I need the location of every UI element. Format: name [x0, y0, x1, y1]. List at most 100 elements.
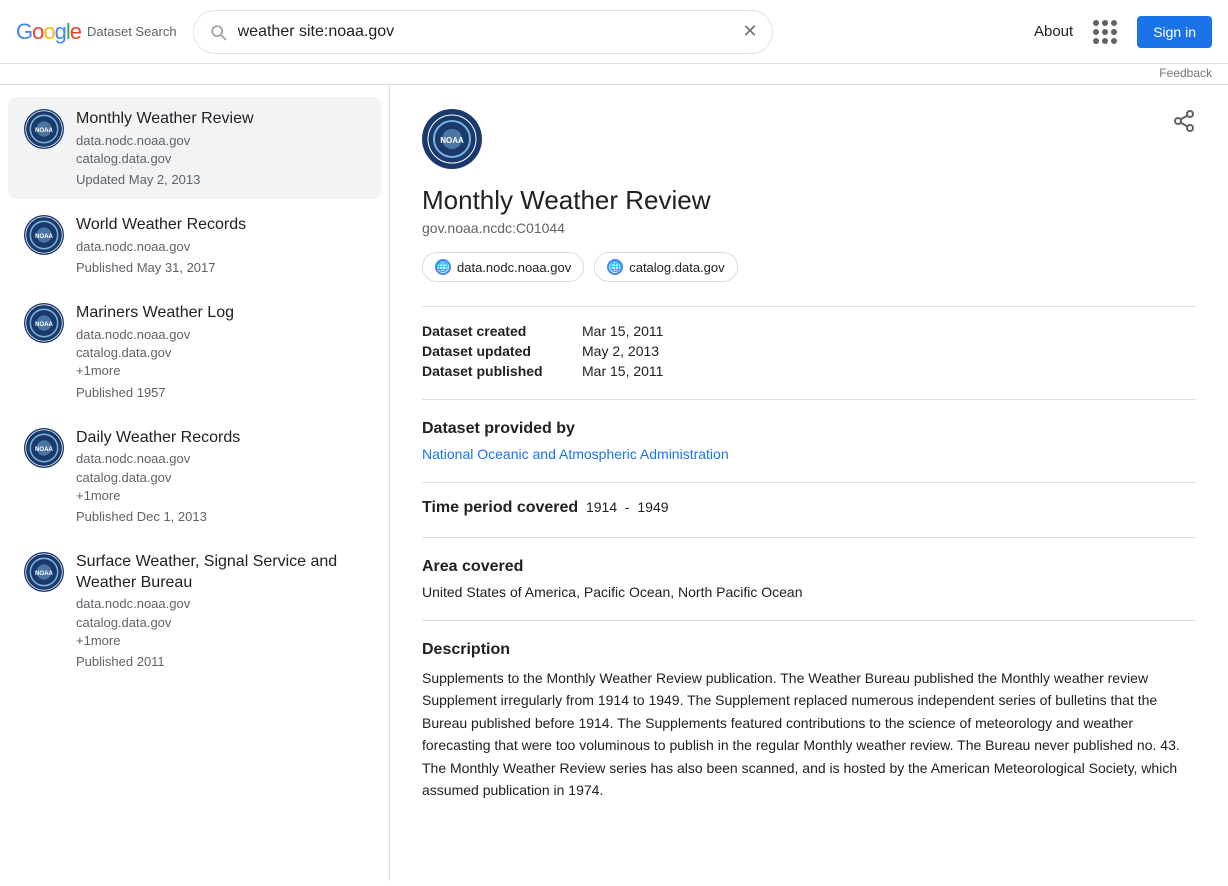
- noaa-logo-detail: NOAA: [427, 114, 477, 164]
- result-title: Surface Weather, Signal Service and Weat…: [76, 552, 365, 594]
- noaa-logo-small: NOAA: [25, 429, 63, 467]
- provider-link[interactable]: National Oceanic and Atmospheric Adminis…: [422, 446, 729, 462]
- svg-text:NOAA: NOAA: [35, 446, 54, 453]
- globe-icon: 🌐: [435, 259, 451, 275]
- result-info: Daily Weather Recordsdata.nodc.noaa.govc…: [76, 428, 365, 524]
- apps-icon[interactable]: [1089, 16, 1121, 48]
- result-item[interactable]: NOAA Mariners Weather Logdata.nodc.noaa.…: [8, 291, 381, 411]
- search-icon: [208, 22, 228, 42]
- divider-4: [422, 537, 1196, 538]
- result-item[interactable]: NOAA Surface Weather, Signal Service and…: [8, 540, 381, 681]
- provider-section: Dataset provided by National Oceanic and…: [422, 420, 1196, 462]
- noaa-logo-small: NOAA: [25, 216, 63, 254]
- dataset-updated-row: Dataset updated May 2, 2013: [422, 343, 1196, 359]
- sign-in-button[interactable]: Sign in: [1137, 16, 1212, 48]
- result-sources: data.nodc.noaa.govcatalog.data.gov+1more: [76, 595, 365, 650]
- dataset-created-value: Mar 15, 2011: [582, 323, 663, 339]
- apps-dot: [1111, 29, 1117, 35]
- result-source-item: catalog.data.gov: [76, 614, 365, 632]
- result-item[interactable]: NOAA Monthly Weather Reviewdata.nodc.noa…: [8, 97, 381, 199]
- divider-5: [422, 620, 1196, 621]
- header-right: About Sign in: [1034, 16, 1212, 48]
- search-input[interactable]: [238, 23, 733, 41]
- apps-dot: [1111, 20, 1117, 26]
- time-period-start: 1914: [586, 499, 617, 515]
- area-covered-label: Area covered: [422, 558, 1196, 576]
- noaa-logo-small: NOAA: [25, 304, 63, 342]
- result-sources: data.nodc.noaa.gov: [76, 238, 365, 256]
- result-item[interactable]: NOAA World Weather Records data.nodc.noaa…: [8, 203, 381, 287]
- result-date: Published 1957: [76, 385, 365, 400]
- search-bar: ✕: [193, 10, 773, 54]
- svg-text:NOAA: NOAA: [35, 321, 54, 328]
- result-source-item: data.nodc.noaa.gov: [76, 132, 365, 150]
- result-extra-sources: +1more: [76, 487, 365, 505]
- dataset-updated-value: May 2, 2013: [582, 343, 659, 359]
- about-link[interactable]: About: [1034, 23, 1073, 40]
- noaa-logo-small: NOAA: [25, 553, 63, 591]
- result-source-item: data.nodc.noaa.gov: [76, 326, 365, 344]
- time-period-end: 1949: [637, 499, 668, 515]
- result-sources: data.nodc.noaa.govcatalog.data.gov+1more: [76, 326, 365, 381]
- dataset-published-row: Dataset published Mar 15, 2011: [422, 363, 1196, 379]
- divider-1: [422, 306, 1196, 307]
- source-chips: 🌐 data.nodc.noaa.gov🌐 catalog.data.gov: [422, 252, 1196, 282]
- time-period-label: Time period covered: [422, 499, 578, 516]
- share-icon[interactable]: [1172, 109, 1196, 139]
- svg-text:NOAA: NOAA: [440, 136, 464, 145]
- sidebar: NOAA Monthly Weather Reviewdata.nodc.noa…: [0, 85, 390, 881]
- result-date: Published May 31, 2017: [76, 260, 365, 275]
- search-bar-wrapper: ✕: [193, 10, 773, 54]
- result-source-item: catalog.data.gov: [76, 150, 365, 168]
- detail-logo: NOAA: [422, 109, 482, 169]
- result-title: World Weather Records: [76, 215, 365, 236]
- dataset-published-value: Mar 15, 2011: [582, 363, 663, 379]
- noaa-logo-small: NOAA: [25, 110, 63, 148]
- result-logo: NOAA: [24, 428, 64, 468]
- result-title: Daily Weather Records: [76, 428, 365, 449]
- divider-2: [422, 399, 1196, 400]
- result-logo: NOAA: [24, 215, 64, 255]
- svg-text:NOAA: NOAA: [35, 570, 54, 577]
- chip-label: catalog.data.gov: [629, 260, 724, 275]
- result-source-item: catalog.data.gov: [76, 344, 365, 362]
- result-source-item: data.nodc.noaa.gov: [76, 238, 365, 256]
- metadata-section: Dataset created Mar 15, 2011 Dataset upd…: [422, 323, 1196, 379]
- source-chip[interactable]: 🌐 catalog.data.gov: [594, 252, 737, 282]
- description-label: Description: [422, 641, 1196, 659]
- feedback-link[interactable]: Feedback: [1159, 66, 1212, 80]
- apps-dot: [1093, 38, 1099, 44]
- apps-dot: [1093, 29, 1099, 35]
- result-extra-sources: +1more: [76, 632, 365, 650]
- chip-label: data.nodc.noaa.gov: [457, 260, 571, 275]
- result-info: Mariners Weather Logdata.nodc.noaa.govca…: [76, 303, 365, 399]
- result-date: Published Dec 1, 2013: [76, 509, 365, 524]
- time-period-separator: -: [625, 499, 630, 515]
- time-period-range: 1914 - 1949: [582, 499, 668, 515]
- main-layout: NOAA Monthly Weather Reviewdata.nodc.noa…: [0, 85, 1228, 881]
- apps-dot: [1111, 38, 1117, 44]
- result-sources: data.nodc.noaa.govcatalog.data.gov+1more: [76, 450, 365, 505]
- result-source-item: data.nodc.noaa.gov: [76, 595, 365, 613]
- result-source-item: data.nodc.noaa.gov: [76, 450, 365, 468]
- svg-text:NOAA: NOAA: [35, 233, 54, 240]
- result-date: Updated May 2, 2013: [76, 172, 365, 187]
- clear-search-icon[interactable]: ✕: [743, 21, 758, 42]
- globe-icon: 🌐: [607, 259, 623, 275]
- svg-text:NOAA: NOAA: [35, 127, 54, 134]
- apps-dot: [1102, 20, 1108, 26]
- result-extra-sources: +1more: [76, 362, 365, 380]
- dataset-search-label: Dataset Search: [87, 24, 177, 39]
- divider-3: [422, 482, 1196, 483]
- source-chip[interactable]: 🌐 data.nodc.noaa.gov: [422, 252, 584, 282]
- dataset-published-label: Dataset published: [422, 363, 582, 379]
- result-item[interactable]: NOAA Daily Weather Recordsdata.nodc.noaa…: [8, 416, 381, 536]
- feedback-bar: Feedback: [0, 64, 1228, 85]
- area-covered-value: United States of America, Pacific Ocean,…: [422, 584, 1196, 600]
- dataset-created-label: Dataset created: [422, 323, 582, 339]
- apps-grid: [1089, 16, 1121, 48]
- google-wordmark: Google: [16, 19, 81, 45]
- google-logo[interactable]: Google Dataset Search: [16, 19, 177, 45]
- result-info: World Weather Records data.nodc.noaa.gov P…: [76, 215, 365, 275]
- header: Google Dataset Search ✕ About: [0, 0, 1228, 64]
